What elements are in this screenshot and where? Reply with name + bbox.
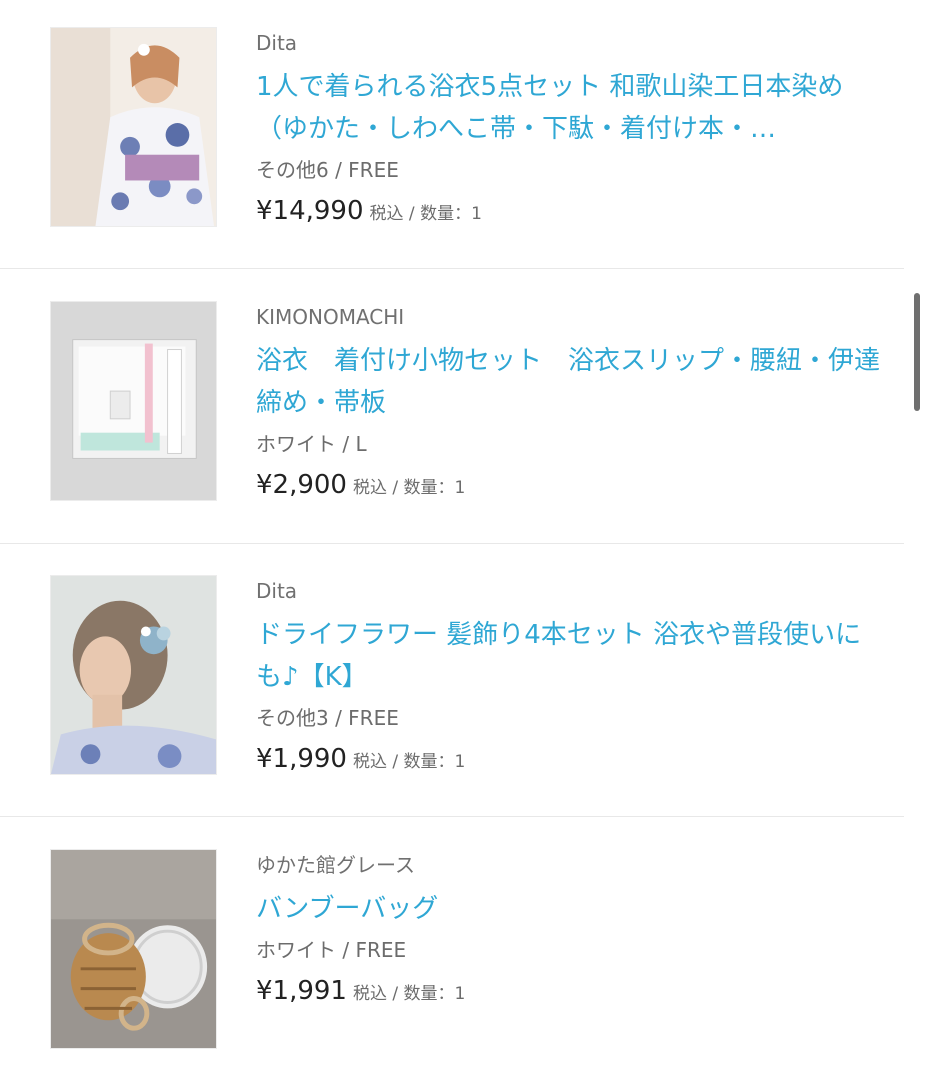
tax-quantity: 税込 / 数量：1 xyxy=(352,752,466,772)
brand-name: Dita xyxy=(256,31,298,55)
divider xyxy=(0,268,904,269)
product-info: Dita 1人で着られる浴衣5点セット 和歌山染工日本染め（ゆかた・しわへこ帯・… xyxy=(256,28,886,233)
price-row: ¥14,990 税込 / 数量：1 xyxy=(256,192,886,233)
product-title-link[interactable]: 浴衣 着付け小物セット 浴衣スリップ・腰紐・伊達締め・帯板 xyxy=(256,340,886,424)
price-row: ¥1,991 税込 / 数量：1 xyxy=(256,972,886,1013)
product-title-link[interactable]: ドライフラワー 髪飾り4本セット 浴衣や普段使いにも♪【K】 xyxy=(256,614,886,698)
product-image[interactable] xyxy=(50,575,217,775)
product-variant: その他3 / FREE xyxy=(256,706,399,730)
price: ¥1,991 xyxy=(256,976,347,1006)
tax-quantity: 税込 / 数量：1 xyxy=(352,984,466,1004)
price-row: ¥2,900 税込 / 数量：1 xyxy=(256,466,886,507)
product-image[interactable] xyxy=(50,27,217,227)
divider xyxy=(0,543,904,544)
product-title-link[interactable]: 1人で着られる浴衣5点セット 和歌山染工日本染め（ゆかた・しわへこ帯・下駄・着付… xyxy=(256,66,886,150)
product-image[interactable] xyxy=(50,301,217,501)
product-variant: ホワイト / L xyxy=(256,432,367,456)
tax-quantity: 税込 / 数量：1 xyxy=(369,204,482,224)
brand-name: Dita xyxy=(256,579,298,603)
price: ¥2,900 xyxy=(256,470,347,500)
product-title-link[interactable]: バンブーバッグ xyxy=(256,888,886,930)
price-row: ¥1,990 税込 / 数量：1 xyxy=(256,740,886,781)
brand-name: ゆかた館グレース xyxy=(256,853,415,877)
product-variant: ホワイト / FREE xyxy=(256,938,407,962)
tax-quantity: 税込 / 数量：1 xyxy=(352,478,466,498)
product-info: Dita ドライフラワー 髪飾り4本セット 浴衣や普段使いにも♪【K】 その他3… xyxy=(256,576,886,781)
price: ¥1,990 xyxy=(256,744,347,774)
product-image[interactable] xyxy=(50,849,217,1049)
divider xyxy=(0,816,904,817)
vertical-scrollbar[interactable] xyxy=(914,293,920,411)
cart-item-list: Dita 1人で着られる浴衣5点セット 和歌山染工日本染め（ゆかた・しわへこ帯・… xyxy=(0,0,929,1080)
product-variant: その他6 / FREE xyxy=(256,158,399,182)
product-info: KIMONOMACHI 浴衣 着付け小物セット 浴衣スリップ・腰紐・伊達締め・帯… xyxy=(256,302,886,507)
product-info: ゆかた館グレース バンブーバッグ ホワイト / FREE ¥1,991 税込 / … xyxy=(256,850,886,1013)
price: ¥14,990 xyxy=(256,196,364,226)
brand-name: KIMONOMACHI xyxy=(256,305,405,329)
